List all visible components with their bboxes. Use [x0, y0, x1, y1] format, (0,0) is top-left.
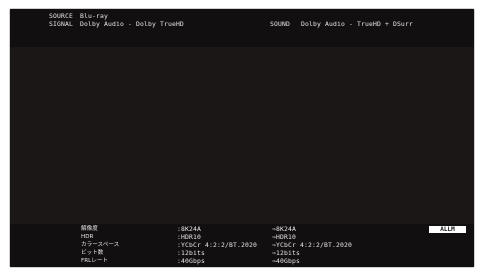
- color-space-input: :YCbCr 4:2:2/BT.2020: [177, 241, 257, 249]
- hdr-input: :HDR10: [177, 233, 201, 241]
- video-info-panel: 解像度 :8K24A ⇒8K24A HDR :HDR10 ⇒HDR10 カラース…: [10, 224, 474, 267]
- frl-rate-input: :40Gbps: [177, 257, 205, 265]
- signal-value: Dolby Audio - Dolby TrueHD: [80, 20, 184, 28]
- source-value: Blu-ray: [80, 12, 108, 20]
- color-space-output: ⇒YCbCr 4:2:2/BT.2020: [272, 241, 352, 249]
- frl-rate-label: FRLレート: [81, 258, 109, 264]
- hdr-output: ⇒HDR10: [272, 233, 296, 241]
- allm-badge: ALLM: [429, 226, 466, 233]
- resolution-input: :8K24A: [177, 225, 201, 233]
- hdr-label: HDR: [81, 234, 94, 240]
- signal-info-header: SOURCE Blu-ray SIGNAL Dolby Audio - Dolb…: [10, 9, 474, 47]
- color-space-label: カラースペース: [81, 242, 120, 248]
- source-label: SOURCE: [49, 12, 73, 20]
- sound-label: SOUND: [270, 20, 290, 28]
- bit-depth-label: ビット数: [81, 250, 104, 256]
- bit-depth-input: :12bits: [177, 249, 205, 257]
- sound-value: Dolby Audio - TrueHD + DSurr: [301, 20, 413, 28]
- frl-rate-output: ⇒40Gbps: [272, 257, 300, 265]
- bit-depth-output: ⇒12bits: [272, 249, 300, 257]
- signal-label: SIGNAL: [49, 20, 73, 28]
- info-screen: SOURCE Blu-ray SIGNAL Dolby Audio - Dolb…: [10, 9, 474, 267]
- resolution-output: ⇒8K24A: [272, 225, 296, 233]
- resolution-label: 解像度: [81, 226, 98, 232]
